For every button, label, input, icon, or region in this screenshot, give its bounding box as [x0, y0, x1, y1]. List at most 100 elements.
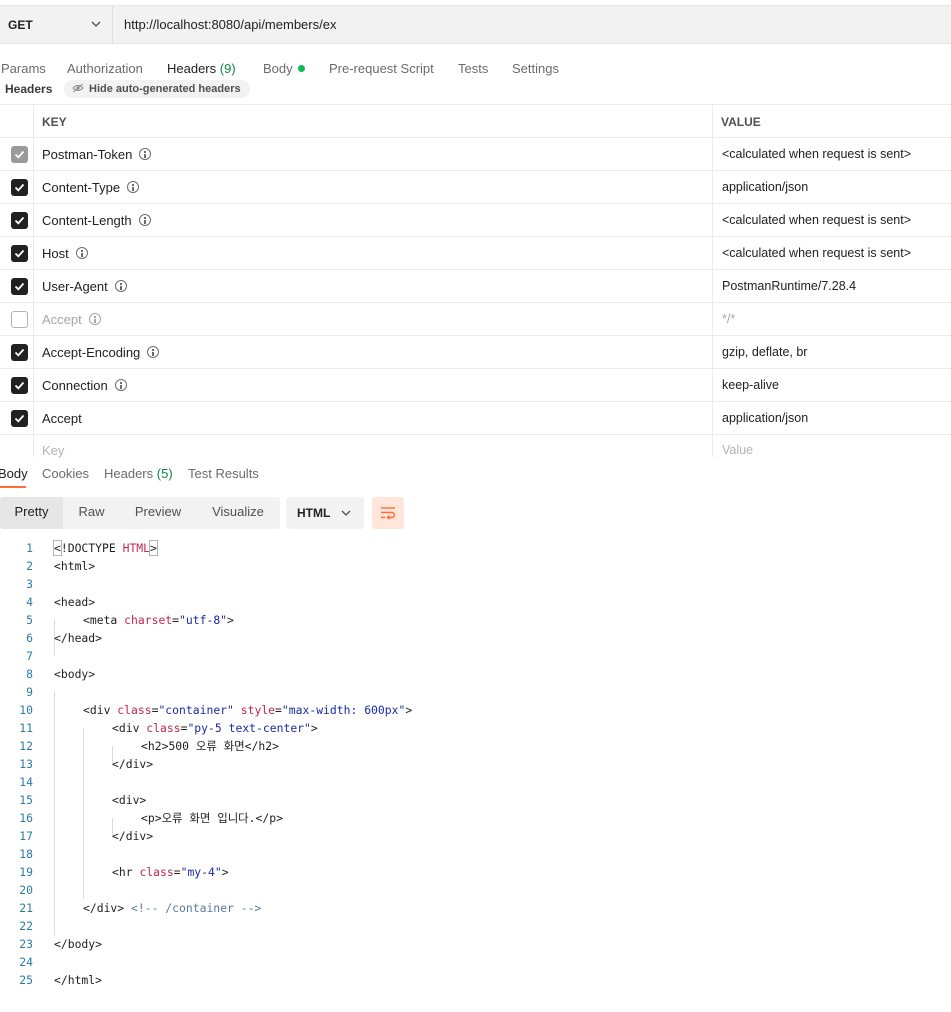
header-value[interactable]: <calculated when request is sent>: [722, 213, 911, 227]
header-key[interactable]: Content-Length: [42, 213, 151, 228]
header-value[interactable]: application/json: [722, 411, 808, 425]
table-header-row: KEY VALUE: [0, 104, 951, 137]
checkbox[interactable]: [11, 146, 28, 163]
tab-count: (5): [156, 466, 173, 481]
code-line: 12 <h2>500 오류 화면</h2>: [19, 739, 279, 753]
header-key[interactable]: Content-Type: [42, 180, 140, 195]
view-preview-button[interactable]: Preview: [120, 497, 196, 529]
header-key[interactable]: Connection: [42, 378, 127, 393]
tab-label: Tests: [458, 61, 489, 76]
new-key-input[interactable]: Key: [42, 443, 64, 458]
code-line: 7: [26, 649, 33, 663]
language-select[interactable]: HTML: [286, 497, 364, 529]
table-row: Accept application/json: [0, 401, 951, 434]
checkbox[interactable]: [11, 311, 28, 328]
code-line: 23 </body>: [19, 937, 103, 951]
table-row: Accept */*: [0, 302, 951, 335]
chevron-down-icon: [341, 510, 351, 516]
code-line: 13 </div>: [19, 757, 154, 771]
tab-label: Authorization: [67, 61, 143, 76]
header-value[interactable]: <calculated when request is sent>: [722, 147, 911, 161]
chevron-down-icon: [91, 21, 101, 27]
checkbox[interactable]: [11, 344, 28, 361]
code-line: 6 </head>: [26, 631, 103, 645]
view-visualize-button[interactable]: Visualize: [196, 497, 280, 529]
code-line: 17 </div>: [19, 829, 154, 843]
header-key[interactable]: User-Agent: [42, 279, 127, 294]
tab-authorization[interactable]: Authorization: [67, 61, 143, 76]
header-key[interactable]: Accept: [42, 312, 101, 327]
info-icon[interactable]: [88, 313, 101, 325]
tab-pre-request-script[interactable]: Pre-request Script: [329, 61, 434, 76]
language-label: HTML: [297, 506, 331, 520]
header-value[interactable]: keep-alive: [722, 378, 779, 392]
info-icon[interactable]: [114, 280, 127, 292]
table-row: Connection keep-alive: [0, 368, 951, 401]
header-key[interactable]: Accept-Encoding: [42, 345, 160, 360]
checkbox[interactable]: [11, 179, 28, 196]
view-pretty-button[interactable]: Pretty: [0, 497, 63, 529]
view-raw-button[interactable]: Raw: [63, 497, 120, 529]
code-line: 18: [19, 847, 33, 861]
hide-auto-generated-headers-button[interactable]: Hide auto-generated headers: [64, 80, 250, 98]
code-line: 11 <div class="py-5 text-center">: [19, 721, 318, 735]
checkbox[interactable]: [11, 377, 28, 394]
headers-section-title: Headers: [5, 82, 53, 96]
hide-toggle-label: Hide auto-generated headers: [89, 83, 241, 95]
code-line: 9: [26, 685, 33, 699]
info-icon[interactable]: [147, 346, 160, 358]
header-key[interactable]: Postman-Token: [42, 147, 152, 162]
header-value[interactable]: gzip, deflate, br: [722, 345, 807, 359]
response-tabs: Body Cookies Headers (5) Test Results: [0, 463, 951, 487]
info-icon[interactable]: [127, 181, 140, 193]
checkbox[interactable]: [11, 278, 28, 295]
tab-label: Headers: [167, 61, 217, 76]
wrap-lines-button[interactable]: [372, 497, 404, 529]
header-value[interactable]: PostmanRuntime/7.28.4: [722, 279, 856, 293]
code-line: 22: [19, 919, 33, 933]
tab-label: Params: [1, 61, 46, 76]
code-line: 21 </div> <!-- /container -->: [19, 901, 262, 915]
tab-label: Pre-request Script: [329, 61, 434, 76]
tab-label: Settings: [512, 61, 559, 76]
url-bar: GET http://localhost:8080/api/members/ex: [0, 5, 951, 44]
header-value[interactable]: <calculated when request is sent>: [722, 246, 911, 260]
code-line: 1 <!DOCTYPE HTML>: [26, 540, 158, 556]
table-row-new: Key Value: [0, 434, 951, 458]
tab-headers[interactable]: Headers (9): [167, 61, 236, 76]
table-row: Content-Type application/json: [0, 170, 951, 203]
code-line: 15 <div>: [19, 793, 147, 807]
active-response-tab-underline: [0, 486, 26, 488]
checkbox[interactable]: [11, 410, 28, 427]
tab-params[interactable]: Params: [1, 61, 46, 76]
new-value-input[interactable]: Value: [722, 443, 753, 457]
tab-test-results[interactable]: Test Results: [188, 466, 259, 481]
method-label: GET: [8, 18, 33, 32]
tab-body[interactable]: Body: [263, 61, 305, 76]
tab-tests[interactable]: Tests: [458, 61, 488, 76]
info-icon[interactable]: [75, 247, 88, 259]
tab-settings[interactable]: Settings: [512, 61, 559, 76]
header-key[interactable]: Host: [42, 246, 88, 261]
code-line: 10 <div class="container" style="max-widt…: [19, 703, 413, 717]
code-line: 24: [19, 955, 33, 969]
view-mode-segmented-control: Pretty Raw Preview Visualize: [0, 497, 280, 529]
method-select[interactable]: GET: [0, 6, 113, 43]
tab-cookies[interactable]: Cookies: [42, 466, 89, 481]
checkbox[interactable]: [11, 245, 28, 262]
table-row: Content-Length <calculated when request …: [0, 203, 951, 236]
info-icon[interactable]: [139, 148, 152, 160]
header-key[interactable]: Accept: [42, 411, 82, 426]
url-input[interactable]: http://localhost:8080/api/members/ex: [124, 17, 336, 32]
tab-response-headers[interactable]: Headers (5): [104, 466, 173, 481]
body-indicator-dot: [297, 65, 305, 72]
info-icon[interactable]: [138, 214, 151, 226]
code-line: 16 <p>오류 화면 입니다.</p>: [19, 811, 283, 825]
code-line: 2 <html>: [26, 559, 96, 573]
header-value[interactable]: */*: [722, 312, 735, 326]
header-value[interactable]: application/json: [722, 180, 808, 194]
checkbox[interactable]: [11, 212, 28, 229]
tab-response-body[interactable]: Body: [0, 466, 28, 481]
table-row: Accept-Encoding gzip, deflate, br: [0, 335, 951, 368]
info-icon[interactable]: [114, 379, 127, 391]
